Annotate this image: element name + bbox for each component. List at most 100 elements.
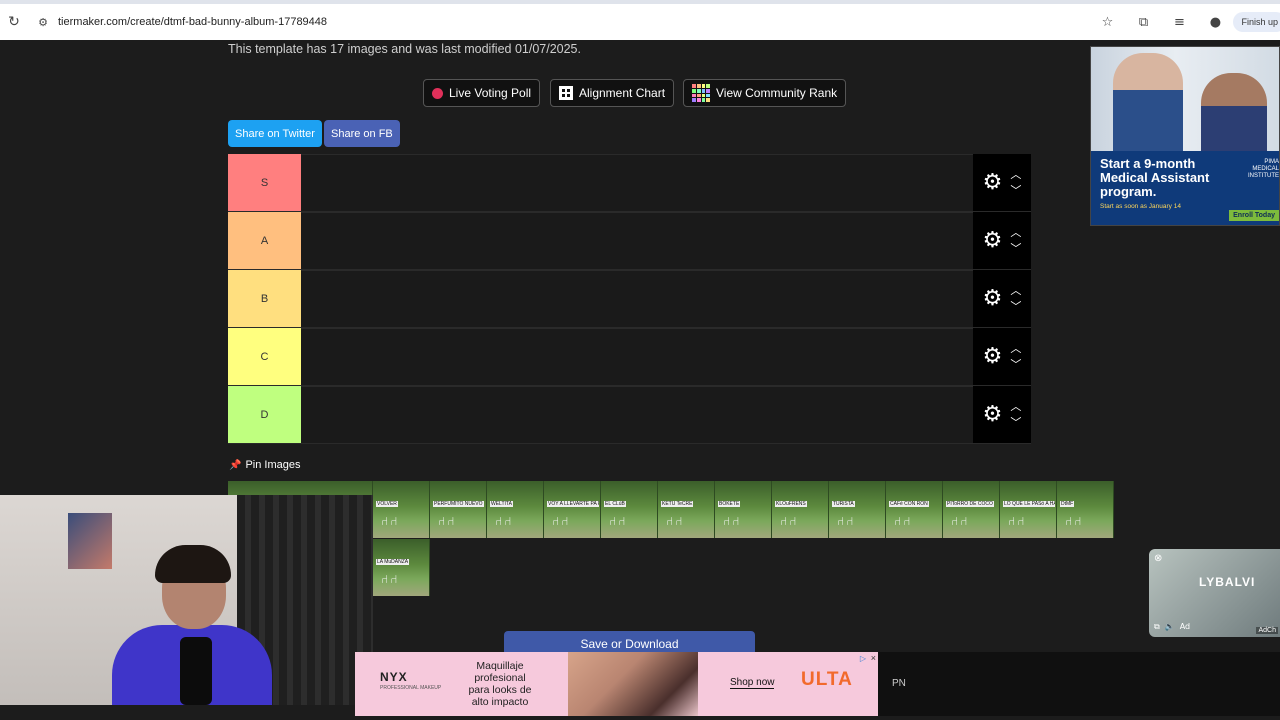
tier-move-arrows: ︿ ﹀	[1010, 168, 1021, 197]
finish-up-button[interactable]: Finish up	[1233, 12, 1280, 32]
track-title: PIToRRO DE COCO	[946, 501, 994, 507]
mute-icon[interactable]: 🔈	[1165, 622, 1175, 632]
adchoices-icon[interactable]: ▷	[860, 654, 866, 663]
tab-search-icon[interactable]: ≡	[1161, 15, 1197, 30]
site-info-icon[interactable]: ⚙	[28, 16, 58, 29]
live-voting-poll-label: Live Voting Poll	[449, 86, 532, 100]
album-track-image[interactable]: LO QUE LE PASó A HAWAii ⑁⑁	[1000, 481, 1057, 538]
chevron-down-icon[interactable]: ﹀	[1010, 358, 1021, 371]
album-track-image[interactable]: CAFé CON RON ⑁⑁	[886, 481, 943, 538]
chevron-up-icon[interactable]: ︿	[1010, 400, 1021, 413]
gear-icon[interactable]: ⚙	[983, 228, 1003, 253]
album-track-image[interactable]: KETU TeCRE ⑁⑁	[658, 481, 715, 538]
chevron-down-icon[interactable]: ﹀	[1010, 416, 1021, 429]
plastic-chairs-icon: ⑁⑁	[951, 514, 970, 528]
tier-drop-zone[interactable]	[301, 212, 973, 269]
record-dot-icon	[432, 87, 443, 99]
tier-row: D ⚙ ︿ ﹀	[228, 386, 1031, 444]
adchoices-label[interactable]: AdCh	[1256, 627, 1278, 634]
pin-images-toggle[interactable]: 📌 Pin Images	[229, 459, 300, 471]
album-track-image[interactable]: VOLVER ⑁⑁	[373, 481, 430, 538]
reload-icon[interactable]: ↻	[0, 14, 28, 30]
tier-controls: ⚙ ︿ ﹀	[973, 328, 1031, 385]
tier-drop-zone[interactable]	[301, 154, 973, 211]
gear-icon[interactable]: ⚙	[983, 170, 1003, 195]
album-track-image[interactable]: WELTITA ⑁⑁	[487, 481, 544, 538]
template-info: This template has 17 images and was last…	[228, 42, 581, 56]
album-track-image[interactable]: PIToRRO DE COCO ⑁⑁	[943, 481, 1000, 538]
album-track-image[interactable]: PERFUMITO NUEVO ⑁⑁	[430, 481, 487, 538]
webcam-overlay	[0, 495, 373, 705]
nyx-banner-ad[interactable]: NYX PROFESSIONAL MAKEUP Maquillaje profe…	[355, 652, 878, 716]
video-controls: ⧉ 🔈 Ad	[1154, 622, 1190, 632]
tier-label[interactable]: B	[228, 270, 301, 327]
gear-icon[interactable]: ⚙	[983, 344, 1003, 369]
tier-label[interactable]: A	[228, 212, 301, 269]
alignment-chart-button[interactable]: Alignment Chart	[550, 79, 675, 107]
album-track-image[interactable]: EL CLúB ⑁⑁	[601, 481, 658, 538]
tier-label[interactable]: S	[228, 154, 301, 211]
share-twitter-button[interactable]: Share on Twitter	[228, 120, 322, 147]
plastic-chairs-icon: ⑁⑁	[894, 514, 913, 528]
chevron-up-icon[interactable]: ︿	[1010, 226, 1021, 239]
tier-row: B ⚙ ︿ ﹀	[228, 270, 1031, 328]
view-community-rank-label: View Community Rank	[716, 86, 838, 100]
album-track-image[interactable]: VOY A LLEVARTE PA PR ⑁⑁	[544, 481, 601, 538]
view-community-rank-button[interactable]: View Community Rank	[683, 79, 847, 107]
close-icon[interactable]: ⊗	[1154, 553, 1162, 564]
tier-row: S ⚙ ︿ ﹀	[228, 154, 1031, 212]
share-fb-button[interactable]: Share on FB	[324, 120, 400, 147]
enroll-button[interactable]: Enroll Today	[1229, 210, 1279, 221]
ad-text-panel: Start a 9-month Medical Assistant progra…	[1091, 151, 1279, 225]
album-track-image[interactable]: TURiSTA ⑁⑁	[829, 481, 886, 538]
plastic-chairs-icon: ⑁⑁	[837, 514, 856, 528]
plastic-chairs-icon: ⑁⑁	[381, 514, 400, 528]
microphone	[180, 637, 212, 705]
gear-icon[interactable]: ⚙	[983, 286, 1003, 311]
track-title: TURiSTA	[832, 501, 855, 507]
bottom-strip: PN	[878, 652, 1280, 716]
ad-model-image	[568, 652, 698, 716]
chevron-up-icon[interactable]: ︿	[1010, 342, 1021, 355]
video-ad[interactable]: ⊗ LYBALVI ⧉ 🔈 Ad AdCh	[1149, 549, 1280, 637]
chevron-up-icon[interactable]: ︿	[1010, 284, 1021, 297]
chevron-up-icon[interactable]: ︿	[1010, 168, 1021, 181]
gear-icon[interactable]: ⚙	[983, 402, 1003, 427]
tier-move-arrows: ︿ ﹀	[1010, 400, 1021, 429]
plastic-chairs-icon: ⑁⑁	[438, 514, 457, 528]
medical-assistant-ad[interactable]: Start a 9-month Medical Assistant progra…	[1090, 46, 1280, 226]
tier-drop-zone[interactable]	[301, 386, 973, 443]
chevron-down-icon[interactable]: ﹀	[1010, 184, 1021, 197]
tier-label[interactable]: D	[228, 386, 301, 443]
shop-now-link[interactable]: Shop now	[730, 677, 775, 689]
streamer-hair	[155, 545, 231, 583]
plastic-chairs-icon: ⑁⑁	[780, 514, 799, 528]
ad-close-icon[interactable]: ×	[871, 653, 876, 663]
tier-drop-zone[interactable]	[301, 270, 973, 327]
nyx-logo: NYX	[380, 670, 408, 684]
tier-controls: ⚙ ︿ ﹀	[973, 270, 1031, 327]
ad-headline: Start a 9-month Medical Assistant progra…	[1100, 156, 1210, 199]
live-voting-poll-button[interactable]: Live Voting Poll	[423, 79, 541, 107]
album-track-image[interactable]: BOKETE ⑁⑁	[715, 481, 772, 538]
pip-icon[interactable]: ⧉	[1154, 622, 1160, 632]
url-text[interactable]: tiermaker.com/create/dtmf-bad-bunny-albu…	[58, 16, 1089, 28]
save-or-download-button[interactable]: Save or Download	[504, 631, 755, 653]
tier-label[interactable]: C	[228, 328, 301, 385]
extensions-icon[interactable]: ⧉	[1125, 15, 1161, 30]
chevron-down-icon[interactable]: ﹀	[1010, 300, 1021, 313]
profile-icon[interactable]: ●	[1197, 15, 1233, 30]
alignment-chart-label: Alignment Chart	[579, 86, 666, 100]
tier-list: S ⚙ ︿ ﹀ A ⚙ ︿ ﹀ B ⚙ ︿ ﹀ C ⚙ ︿ ﹀ D ⚙ ︿ ﹀	[228, 154, 1031, 444]
bookmark-star-icon[interactable]: ☆	[1089, 15, 1125, 30]
album-track-image[interactable]: DtMF ⑁⑁	[1057, 481, 1114, 538]
wall-poster	[68, 513, 112, 569]
chevron-down-icon[interactable]: ﹀	[1010, 242, 1021, 255]
tier-row: A ⚙ ︿ ﹀	[228, 212, 1031, 270]
track-title: PERFUMITO NUEVO	[433, 501, 484, 507]
album-track-image[interactable]: KLOuFRENS ⑁⑁	[772, 481, 829, 538]
ad-nurse-2	[1201, 73, 1267, 151]
track-title: DtMF	[1060, 501, 1075, 507]
album-track-image[interactable]: LA MuDANZA ⑁⑁	[373, 539, 430, 596]
tier-drop-zone[interactable]	[301, 328, 973, 385]
